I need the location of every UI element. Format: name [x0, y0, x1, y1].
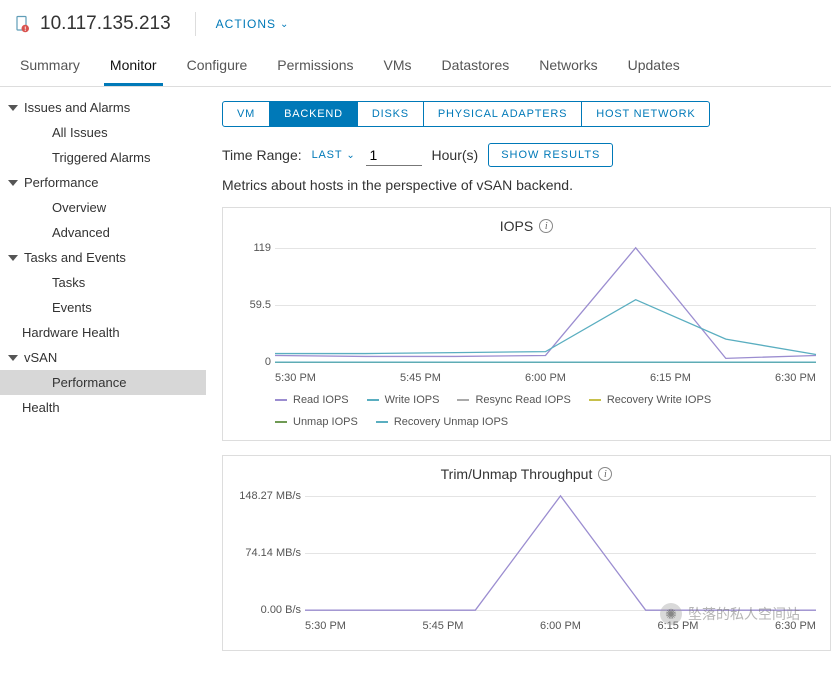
legend-swatch: [589, 399, 601, 401]
time-range-row: Time Range: LAST ⌄ Hour(s) SHOW RESULTS: [222, 143, 831, 167]
x-tick: 6:00 PM: [525, 372, 566, 384]
sidebar-item-label: Tasks and Events: [24, 249, 126, 266]
x-tick: 5:45 PM: [400, 372, 441, 384]
chart-title: IOPS: [500, 218, 533, 234]
sidebar-item-issues-and-alarms[interactable]: Issues and Alarms: [0, 95, 206, 120]
x-tick: 5:30 PM: [275, 372, 316, 384]
legend-swatch: [275, 421, 287, 423]
caret-down-icon: [8, 105, 18, 111]
actions-label: ACTIONS: [216, 17, 276, 31]
legend-label: Recovery Unmap IOPS: [394, 416, 508, 428]
tab-summary[interactable]: Summary: [14, 47, 86, 86]
sidebar-item-label: Hardware Health: [22, 324, 120, 341]
y-tick: 0.00 B/s: [231, 604, 301, 616]
caret-down-icon: [8, 355, 18, 361]
host-icon: !: [14, 15, 32, 33]
sidebar-item-label: Issues and Alarms: [24, 99, 130, 116]
x-tick: 6:30 PM: [775, 372, 816, 384]
sidebar-item-label: vSAN: [24, 349, 57, 366]
sidebar-item-hardware-health[interactable]: Hardware Health: [0, 320, 206, 345]
sidebar-item-vsan[interactable]: vSAN: [0, 345, 206, 370]
chart-trim-unmap: Trim/Unmap Throughput i 148.27 MB/s 74.1…: [222, 455, 831, 651]
legend-item[interactable]: Unmap IOPS: [275, 416, 358, 428]
chart-title: Trim/Unmap Throughput: [441, 466, 593, 482]
time-range-unit: Hour(s): [432, 147, 479, 163]
subtab-host-network[interactable]: HOST NETWORK: [582, 102, 709, 126]
sidebar-item-tasks-and-events[interactable]: Tasks and Events: [0, 245, 206, 270]
y-tick: 148.27 MB/s: [231, 490, 301, 502]
content: VMBACKENDDISKSPHYSICAL ADAPTERSHOST NETW…: [206, 87, 831, 679]
svg-text:!: !: [24, 27, 26, 33]
subtab-physical-adapters[interactable]: PHYSICAL ADAPTERS: [424, 102, 582, 126]
sidebar-item-triggered-alarms[interactable]: Triggered Alarms: [0, 145, 206, 170]
sidebar: Issues and Alarms All IssuesTriggered Ala…: [0, 87, 206, 679]
x-tick: 5:30 PM: [305, 620, 346, 632]
legend-label: Write IOPS: [385, 394, 440, 406]
tab-vms[interactable]: VMs: [378, 47, 418, 86]
subtab-backend[interactable]: BACKEND: [270, 102, 358, 126]
host-title: ! 10.117.135.213: [14, 13, 171, 35]
subtab-disks[interactable]: DISKS: [358, 102, 424, 126]
main-tabs: Summary Monitor Configure Permissions VMs Dat…: [0, 47, 831, 87]
x-tick: 5:45 PM: [423, 620, 464, 632]
chart-series-line: [305, 496, 816, 610]
tab-updates[interactable]: Updates: [622, 47, 686, 86]
chevron-down-icon: ⌄: [280, 19, 289, 30]
x-tick: 6:15 PM: [650, 372, 691, 384]
metrics-description: Metrics about hosts in the perspective o…: [222, 177, 831, 193]
tab-datastores[interactable]: Datastores: [436, 47, 516, 86]
chevron-down-icon: ⌄: [346, 150, 355, 161]
info-icon[interactable]: i: [598, 467, 612, 481]
time-range-value-input[interactable]: [366, 145, 422, 166]
sidebar-item-tasks[interactable]: Tasks: [0, 270, 206, 295]
show-results-button[interactable]: SHOW RESULTS: [488, 143, 613, 167]
host-ip: 10.117.135.213: [40, 13, 171, 35]
time-range-last-dropdown[interactable]: LAST ⌄: [312, 149, 356, 161]
legend-swatch: [457, 399, 469, 401]
sidebar-item-all-issues[interactable]: All Issues: [0, 120, 206, 145]
sidebar-item-advanced[interactable]: Advanced: [0, 220, 206, 245]
chart-series-line: [275, 300, 816, 355]
y-tick: 59.5: [231, 299, 271, 311]
sidebar-item-label: Health: [22, 399, 60, 416]
sidebar-item-label: Performance: [24, 174, 98, 191]
legend-label: Recovery Write IOPS: [607, 394, 711, 406]
sidebar-item-overview[interactable]: Overview: [0, 195, 206, 220]
sidebar-item-health[interactable]: Health: [0, 395, 206, 420]
tab-permissions[interactable]: Permissions: [271, 47, 359, 86]
legend-item[interactable]: Write IOPS: [367, 394, 440, 406]
time-range-label: Time Range:: [222, 147, 302, 163]
tab-monitor[interactable]: Monitor: [104, 47, 163, 86]
sidebar-item-events[interactable]: Events: [0, 295, 206, 320]
caret-down-icon: [8, 180, 18, 186]
sub-tabs: VMBACKENDDISKSPHYSICAL ADAPTERSHOST NETW…: [222, 101, 710, 127]
legend-swatch: [376, 421, 388, 423]
legend-item[interactable]: Recovery Write IOPS: [589, 394, 711, 406]
caret-down-icon: [8, 255, 18, 261]
y-tick: 119: [231, 242, 271, 254]
legend-item[interactable]: Recovery Unmap IOPS: [376, 416, 508, 428]
legend-item[interactable]: Read IOPS: [275, 394, 349, 406]
legend-label: Read IOPS: [293, 394, 349, 406]
tab-configure[interactable]: Configure: [181, 47, 254, 86]
x-tick: 6:30 PM: [775, 620, 816, 632]
info-icon[interactable]: i: [539, 219, 553, 233]
chart-series-line: [275, 248, 816, 359]
legend-swatch: [275, 399, 287, 401]
actions-menu[interactable]: ACTIONS ⌄: [195, 12, 290, 36]
legend-swatch: [367, 399, 379, 401]
subtab-vm[interactable]: VM: [223, 102, 270, 126]
legend-item[interactable]: Resync Read IOPS: [457, 394, 570, 406]
x-tick: 6:00 PM: [540, 620, 581, 632]
legend-label: Unmap IOPS: [293, 416, 358, 428]
tab-networks[interactable]: Networks: [533, 47, 603, 86]
sidebar-item-performance[interactable]: Performance: [0, 370, 206, 395]
legend-label: Resync Read IOPS: [475, 394, 570, 406]
chart-iops: IOPS i 119 59.5 0 5:30 PM 5:45 PM 6:00 PM 6…: [222, 207, 831, 441]
y-tick: 0: [231, 356, 271, 368]
x-tick: 6:15 PM: [658, 620, 699, 632]
sidebar-item-performance[interactable]: Performance: [0, 170, 206, 195]
y-tick: 74.14 MB/s: [231, 547, 301, 559]
